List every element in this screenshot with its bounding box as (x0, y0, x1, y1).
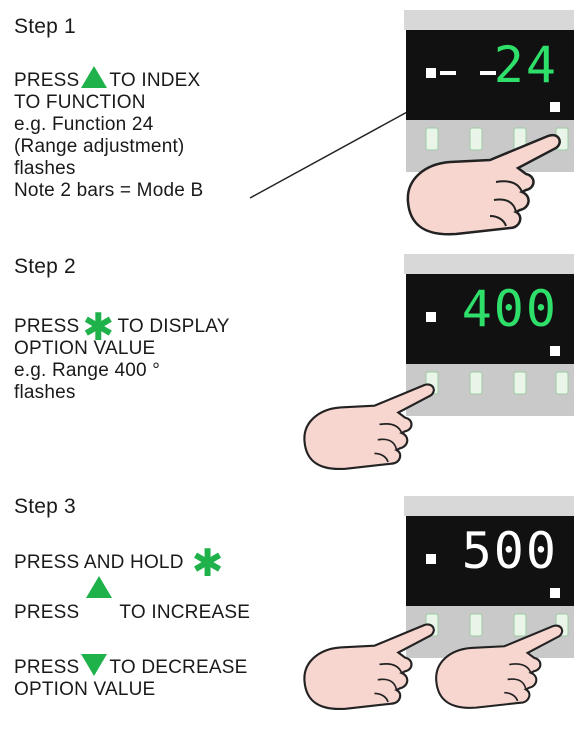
step3-press-a: PRESS (14, 602, 80, 623)
step2-to-display: TO DISPLAY (117, 316, 230, 337)
indicator-dot (550, 346, 560, 356)
key-up[interactable] (555, 371, 569, 395)
step2-line2: OPTION VALUE (14, 338, 156, 359)
up-triangle-icon (86, 576, 112, 598)
asterisk-icon: ✱ (82, 307, 115, 349)
indicator-dot (550, 102, 560, 112)
key-p[interactable] (469, 371, 483, 395)
down-triangle-icon (81, 654, 108, 676)
pointing-hand (303, 383, 435, 470)
step2-press: PRESS (14, 316, 80, 337)
step3-to-decrease: TO DECREASE (109, 657, 248, 678)
step2-line4: flashes (14, 382, 76, 403)
step2-title: Step 2 (14, 255, 76, 278)
indicator-dot (426, 68, 436, 78)
step3-press-b: PRESS (14, 657, 80, 678)
step3-decrease-line: PRESS TO DECREASE (14, 654, 247, 679)
step3-line-last: OPTION VALUE (14, 679, 156, 700)
pointing-hand (303, 623, 435, 710)
indicator-dot (550, 588, 560, 598)
step3-hold-line: PRESS AND HOLD ✱ (14, 543, 227, 585)
indicator-dot (426, 312, 436, 322)
mode-bar (440, 71, 456, 75)
step3-press-hold: PRESS AND HOLD (14, 552, 184, 573)
indicator-dot (426, 554, 436, 564)
step3-to-increase: TO INCREASE (119, 602, 251, 623)
step3-title: Step 3 (14, 495, 76, 518)
step3-display: 500 (461, 522, 558, 580)
pointing-hand (435, 624, 564, 709)
step2-press-line: PRESS✱ TO DISPLAY (14, 307, 230, 349)
step3-increase-line: PRESS TO INCREASE (14, 602, 250, 624)
step2-display: 400 (461, 280, 558, 338)
pointing-hand (406, 133, 561, 236)
step2-instructions: PRESS✱ TO DISPLAY OPTION VALUE e.g. Range… (14, 307, 230, 404)
step1-display: 24 (493, 36, 558, 94)
step2-line3: e.g. Range 400 ° (14, 360, 161, 381)
asterisk-icon: ✱ (191, 543, 224, 585)
step3-decrease-lines: PRESS TO DECREASE OPTION VALUE (14, 654, 247, 701)
key-down[interactable] (513, 371, 527, 395)
